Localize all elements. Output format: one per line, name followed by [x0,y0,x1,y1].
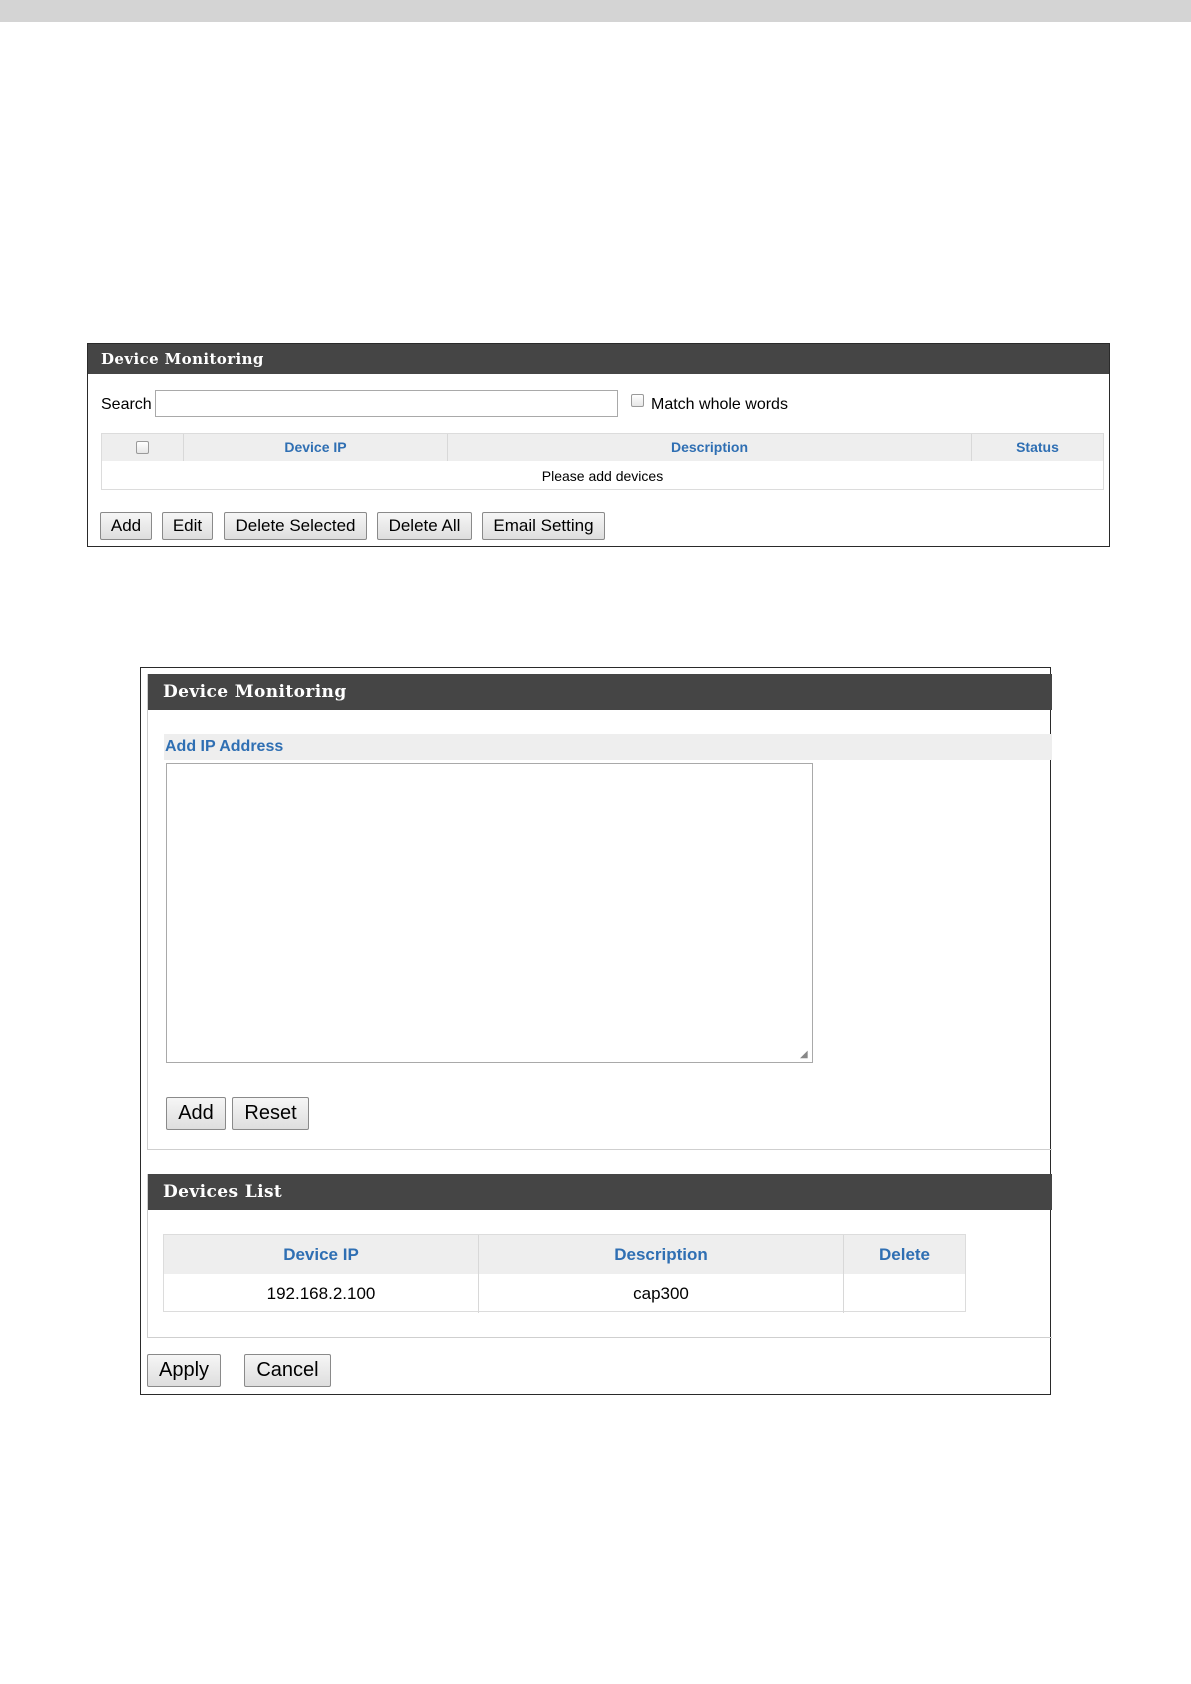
column-header-status[interactable]: Status [972,434,1103,461]
description-cell: cap300 [479,1274,844,1313]
column-header-description[interactable]: Description [448,434,972,461]
add-device-panel: Device Monitoring Add IP Address ◢ Add R… [140,667,1052,1395]
add-ip-section: Device Monitoring Add IP Address ◢ Add R… [147,674,1052,1150]
add-ip-button[interactable]: Add [166,1097,226,1130]
delete-selected-button[interactable]: Delete Selected [224,512,367,540]
add-ip-address-title: Add IP Address [164,734,1052,760]
email-setting-button[interactable]: Email Setting [482,512,605,540]
device-table: Device IP Description Status Please add … [101,433,1104,490]
column-header-device-ip: Device IP [164,1235,479,1274]
devices-list-section: Devices List Device IP Description Delet… [147,1174,1052,1338]
cancel-button[interactable]: Cancel [244,1354,331,1387]
devices-list-header: Device IP Description Delete [164,1235,965,1274]
search-input[interactable] [155,390,618,417]
resize-grip-icon[interactable]: ◢ [800,1050,810,1060]
column-header-delete: Delete [878,1245,931,1264]
column-header-device-ip[interactable]: Device IP [184,434,448,461]
select-all-cell [102,434,184,461]
panel-title: Device Monitoring [88,344,1109,374]
add-button[interactable]: Add [100,512,152,540]
device-ip-cell: 192.168.2.100 [164,1274,479,1313]
search-label: Search [101,396,152,413]
devices-list-table: Device IP Description Delete 192.168.2.1… [163,1234,966,1313]
ip-address-textarea[interactable]: ◢ [166,763,813,1063]
apply-button[interactable]: Apply [147,1354,221,1387]
device-table-header: Device IP Description Status [102,434,1103,461]
delete-all-button[interactable]: Delete All [377,512,472,540]
column-header-description: Description [479,1235,844,1274]
empty-table-message: Please add devices [541,468,664,484]
page-top-band [0,0,1191,22]
panel-title: Device Monitoring [148,674,1052,710]
edit-button[interactable]: Edit [162,512,213,540]
devices-list-title: Devices List [148,1174,1052,1210]
match-whole-words-checkbox[interactable] [631,394,644,407]
delete-cell[interactable] [844,1274,965,1313]
reset-button[interactable]: Reset [232,1097,309,1130]
device-monitoring-panel: Device Monitoring Search Match whole wor… [87,343,1110,547]
select-all-checkbox[interactable] [136,441,149,454]
match-whole-words-label: Match whole words [651,396,788,413]
